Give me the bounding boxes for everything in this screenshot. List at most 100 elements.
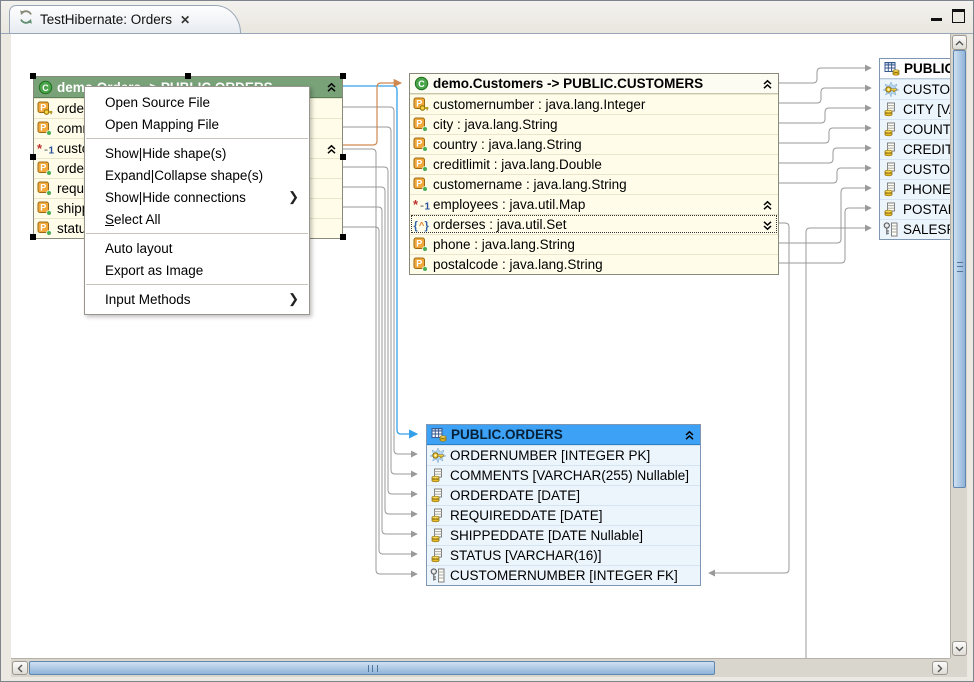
- scroll-right-button[interactable]: [932, 661, 948, 675]
- column-row[interactable]: CITY [VARCHAR(50)]: [880, 99, 950, 119]
- mapping-line: [343, 127, 417, 474]
- scroll-down-button[interactable]: [952, 641, 967, 656]
- property-icon: P: [413, 137, 433, 152]
- property-icon: P: [413, 117, 433, 132]
- row-label: COUNTRY [VARCHAR(50)]: [903, 122, 950, 137]
- menu-item-export-as-image[interactable]: Export as Image: [85, 259, 309, 281]
- svg-text:P: P: [40, 163, 46, 173]
- property-icon: P: [37, 181, 57, 196]
- maximize-view-icon[interactable]: [952, 9, 965, 23]
- customers-class-header[interactable]: Cdemo.Customers -> PUBLIC.CUSTOMERS: [410, 74, 778, 94]
- property-key-icon: P: [37, 101, 57, 116]
- field-row[interactable]: Ppostalcode : java.lang.String: [410, 254, 778, 274]
- field-row[interactable]: Pcreditlimit : java.lang.Double: [410, 154, 778, 174]
- orders-table-shape[interactable]: PUBLIC.ORDERSORDERNUMBER [INTEGER PK]COM…: [426, 424, 701, 586]
- row-label: SHIPPEDDATE [DATE Nullable]: [450, 528, 643, 543]
- field-row[interactable]: Pcity : java.lang.String: [410, 114, 778, 134]
- horizontal-scroll-thumb[interactable]: [29, 661, 715, 675]
- selection-handle[interactable]: [340, 73, 346, 79]
- row-label: city : java.lang.String: [433, 117, 558, 132]
- mapping-line: [779, 168, 871, 183]
- field-row[interactable]: Pcustomernumber : java.lang.Integer: [410, 94, 778, 114]
- tab-close-icon[interactable]: ✕: [180, 13, 189, 27]
- selection-handle[interactable]: [30, 234, 36, 240]
- svg-text:*: *: [37, 142, 43, 156]
- selection-handle[interactable]: [30, 154, 36, 160]
- customers-table-header[interactable]: PUBLIC.CUSTOMERS: [880, 59, 950, 79]
- property-icon: P: [37, 221, 57, 236]
- svg-text:P: P: [40, 123, 46, 133]
- row-label: CUSTOMERNUMBER [INTEGER PK]: [903, 82, 950, 97]
- column-icon: [883, 182, 903, 197]
- column-row[interactable]: REQUIREDDATE [DATE]: [427, 505, 700, 525]
- row-label: CREDITLIMIT [DOUBLE]: [903, 142, 950, 157]
- column-row[interactable]: CREDITLIMIT [DOUBLE]: [880, 139, 950, 159]
- menu-item-input-methods[interactable]: Input Methods❯: [85, 288, 309, 310]
- selection-handle[interactable]: [30, 73, 36, 79]
- column-row[interactable]: ORDERNUMBER [INTEGER PK]: [427, 445, 700, 465]
- column-row[interactable]: COUNTRY [VARCHAR(50)]: [880, 119, 950, 139]
- row-label: creditlimit : java.lang.Double: [433, 157, 602, 172]
- collapse-chevron-icon[interactable]: [684, 429, 695, 444]
- menu-item-open-source-file[interactable]: Open Source File: [85, 91, 309, 113]
- vertical-scrollbar[interactable]: [950, 34, 967, 658]
- collapse-chevron-icon[interactable]: [762, 199, 773, 214]
- column-row[interactable]: STATUS [VARCHAR(16)]: [427, 545, 700, 565]
- column-row[interactable]: CUSTOMERNUMBER [INTEGER FK]: [427, 565, 700, 585]
- menu-separator: [86, 284, 308, 285]
- row-label: REQUIREDDATE [DATE]: [450, 508, 603, 523]
- row-label: CUSTOMERNUMBER [INTEGER FK]: [450, 568, 678, 583]
- menu-item-label: Select All: [105, 212, 299, 227]
- property-icon: P: [413, 177, 433, 192]
- menu-item-open-mapping-file[interactable]: Open Mapping File: [85, 113, 309, 135]
- field-row[interactable]: Pcustomername : java.lang.String: [410, 174, 778, 194]
- menu-item-label: Export as Image: [105, 263, 299, 278]
- scroll-up-button[interactable]: [952, 35, 967, 50]
- column-row[interactable]: COMMENTS [VARCHAR(255) Nullable]: [427, 465, 700, 485]
- shape-title: demo.Customers -> PUBLIC.CUSTOMERS: [433, 76, 703, 91]
- horizontal-scrollbar[interactable]: [11, 658, 950, 677]
- menu-item-show-hide-shape-s-[interactable]: Show|Hide shape(s): [85, 142, 309, 164]
- row-label: PHONE [VARCHAR(50)]: [903, 182, 950, 197]
- mapping-line: [343, 187, 417, 514]
- menu-item-select-all[interactable]: Select All: [85, 208, 309, 230]
- minimize-view-icon[interactable]: [931, 18, 942, 21]
- column-row[interactable]: SALESREPEMPLOYEENUMBER [INTEGER FK]: [880, 219, 950, 239]
- svg-text:{: {: [414, 220, 419, 232]
- fk-column-icon: [430, 568, 450, 583]
- field-row[interactable]: Pcountry : java.lang.String: [410, 134, 778, 154]
- orders-table-header[interactable]: PUBLIC.ORDERS: [427, 425, 700, 445]
- menu-item-auto-layout[interactable]: Auto layout: [85, 237, 309, 259]
- vertical-scroll-thumb[interactable]: [953, 50, 966, 488]
- diagram-canvas[interactable]: Cdemo.Orders -> PUBLIC.ORDERSPordernumbe…: [11, 34, 950, 658]
- menu-item-show-hide-connections[interactable]: Show|Hide connections❯: [85, 186, 309, 208]
- column-icon: [883, 202, 903, 217]
- customers-class-shape[interactable]: Cdemo.Customers -> PUBLIC.CUSTOMERSPcust…: [409, 73, 779, 275]
- column-row[interactable]: ORDERDATE [DATE]: [427, 485, 700, 505]
- expand-chevron-icon[interactable]: [762, 219, 773, 234]
- collapse-chevron-icon[interactable]: [326, 81, 337, 96]
- mapping-line: [779, 208, 871, 263]
- collapse-chevron-icon[interactable]: [762, 78, 773, 93]
- selection-handle[interactable]: [340, 154, 346, 160]
- view-tab[interactable]: TestHibernate: Orders ✕: [9, 5, 241, 33]
- column-row[interactable]: POSTALCODE [VARCHAR(15)]: [880, 199, 950, 219]
- selection-handle[interactable]: [185, 73, 191, 79]
- scroll-left-button[interactable]: [12, 661, 28, 675]
- collapse-chevron-icon[interactable]: [326, 143, 337, 158]
- field-row[interactable]: *1employees : java.util.Map: [410, 194, 778, 214]
- pk-column-icon: [430, 448, 450, 463]
- column-icon: [430, 468, 450, 483]
- column-row[interactable]: PHONE [VARCHAR(50)]: [880, 179, 950, 199]
- customers-table-shape[interactable]: PUBLIC.CUSTOMERS CUSTOMERNUMBER [INTEGER …: [879, 58, 950, 240]
- column-row[interactable]: CUSTOMERNUMBER [INTEGER PK]: [880, 79, 950, 99]
- set-icon: {^}: [413, 218, 433, 232]
- column-row[interactable]: CUSTOMERNAME [VARCHAR(50)]: [880, 159, 950, 179]
- field-row[interactable]: {^}orderses : java.util.Set: [410, 214, 778, 234]
- selection-handle[interactable]: [340, 234, 346, 240]
- column-row[interactable]: SHIPPEDDATE [DATE Nullable]: [427, 525, 700, 545]
- field-row[interactable]: Pphone : java.lang.String: [410, 234, 778, 254]
- menu-item-expand-collapse-shape-s-[interactable]: Expand|Collapse shape(s): [85, 164, 309, 186]
- diagram-icon: [18, 9, 34, 30]
- menu-item-label: Open Source File: [105, 95, 299, 110]
